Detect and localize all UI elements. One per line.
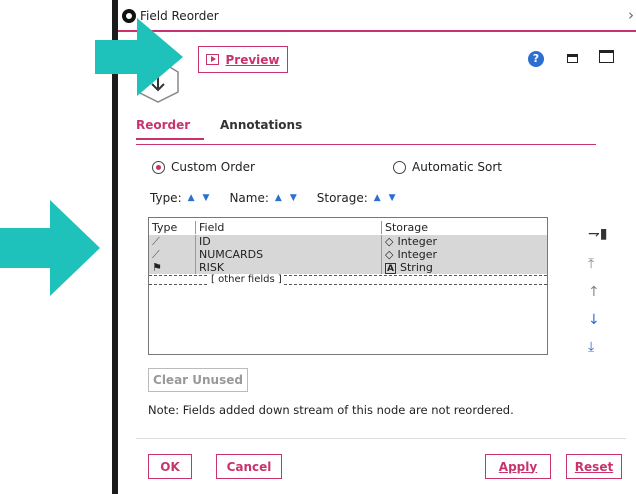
sort-storage-ascending-icon[interactable]: ▲ <box>374 193 381 203</box>
title-bar: Field Reorder › <box>118 0 636 32</box>
storage-value: String <box>400 261 433 274</box>
move-down-icon[interactable]: ↓ <box>588 312 600 328</box>
custom-order-label: Custom Order <box>171 160 255 174</box>
diamond-icon: ◇ <box>385 235 394 248</box>
other-fields-label: [ other fields ] <box>209 274 284 285</box>
sort-type-label: Type: <box>150 191 182 205</box>
field-table[interactable]: Type Field Storage ⟋ ID ◇ Integer ⟋ NUMCA… <box>148 217 548 355</box>
field-name: NUMCARDS <box>195 248 381 261</box>
sort-storage-label: Storage: <box>316 191 368 205</box>
minimize-icon[interactable] <box>567 54 578 63</box>
help-icon[interactable]: ? <box>528 51 544 67</box>
tab-reorder[interactable]: Reorder <box>136 118 204 140</box>
table-row[interactable]: ⟋ ID ◇ Integer <box>149 235 547 248</box>
ruler-icon: ⟋ <box>152 235 160 248</box>
tab-divider <box>136 144 596 145</box>
other-fields-row[interactable]: [ other fields ] <box>149 274 547 285</box>
automatic-sort-option[interactable]: Automatic Sort <box>393 160 502 174</box>
table-header: Type Field Storage <box>149 221 547 234</box>
flag-icon: ⚑ <box>152 261 162 274</box>
clear-unused-button[interactable]: Clear Unused <box>148 368 248 392</box>
move-to-cursor-icon[interactable]: ⇁▮ <box>588 226 607 242</box>
col-storage-header[interactable]: Storage <box>381 221 547 234</box>
preview-button[interactable]: Preview <box>198 46 288 73</box>
diamond-icon: ◇ <box>385 248 394 261</box>
string-icon: A <box>385 263 396 274</box>
move-to-top-icon[interactable]: ⤒ <box>588 256 594 272</box>
sort-type-descending-icon[interactable]: ▼ <box>203 193 210 203</box>
ruler-icon: ⟋ <box>152 248 160 261</box>
field-name: RISK <box>195 261 381 274</box>
custom-order-option[interactable]: Custom Order <box>152 160 255 174</box>
move-to-bottom-icon[interactable]: ⤓ <box>588 339 594 355</box>
custom-order-radio[interactable] <box>152 160 165 174</box>
move-up-icon[interactable]: ↑ <box>588 284 600 300</box>
table-row[interactable]: ⟋ NUMCARDS ◇ Integer <box>149 248 547 261</box>
sort-toolbar: Type: ▲ ▼ Name: ▲ ▼ Storage: ▲ ▼ <box>150 191 404 205</box>
footer-divider <box>136 438 626 439</box>
storage-value: Integer <box>397 235 438 248</box>
reorder-note: Note: Fields added down stream of this n… <box>148 403 514 417</box>
apply-button[interactable]: Apply <box>485 454 551 479</box>
storage-cell: ◇ Integer <box>381 248 547 261</box>
field-reorder-dialog: Field Reorder › Preview ? Reorder Annota… <box>118 0 636 494</box>
storage-cell: A String <box>381 261 547 274</box>
annotation-arrow-top <box>95 18 183 96</box>
storage-cell: ◇ Integer <box>381 235 547 248</box>
sort-name-label: Name: <box>229 191 269 205</box>
play-icon <box>206 54 220 65</box>
sort-storage-descending-icon[interactable]: ▼ <box>389 193 396 203</box>
ok-button[interactable]: OK <box>148 454 192 479</box>
automatic-sort-label: Automatic Sort <box>412 160 502 174</box>
close-icon[interactable]: › <box>628 6 634 24</box>
sort-name-ascending-icon[interactable]: ▲ <box>275 193 282 203</box>
automatic-sort-radio[interactable] <box>393 160 406 174</box>
col-field-header[interactable]: Field <box>195 221 381 234</box>
col-type-header[interactable]: Type <box>149 221 195 234</box>
reset-button[interactable]: Reset <box>566 454 622 479</box>
sort-type-ascending-icon[interactable]: ▲ <box>188 193 195 203</box>
cancel-button[interactable]: Cancel <box>216 454 282 479</box>
maximize-icon[interactable] <box>599 50 614 63</box>
sort-name-descending-icon[interactable]: ▼ <box>290 193 297 203</box>
storage-value: Integer <box>397 248 438 261</box>
annotation-arrow-left <box>0 200 100 296</box>
table-row[interactable]: ⚑ RISK A String <box>149 261 547 274</box>
tab-annotations[interactable]: Annotations <box>220 118 302 138</box>
preview-label: Preview <box>225 52 280 67</box>
field-name: ID <box>195 235 381 248</box>
